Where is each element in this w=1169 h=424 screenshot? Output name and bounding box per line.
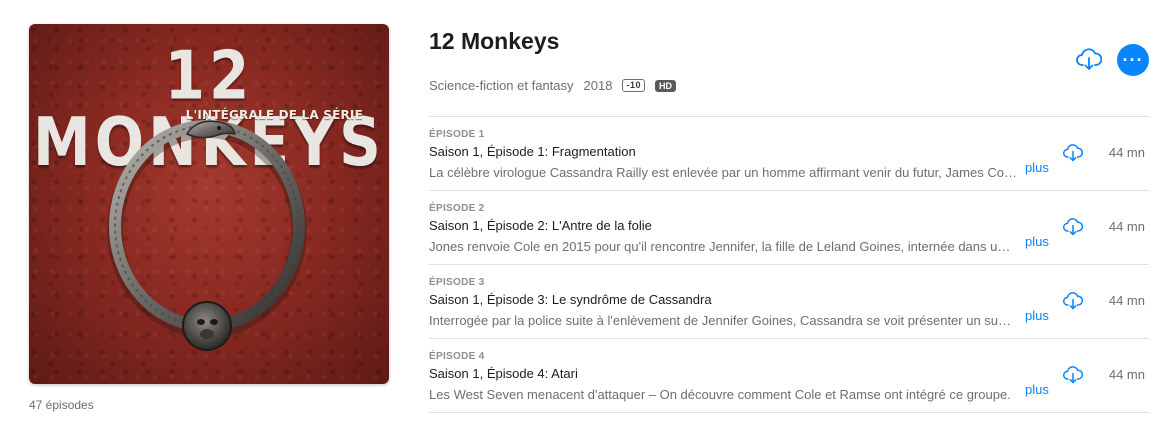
episode-row[interactable]: ÉPISODE 3 Saison 1, Épisode 3: Le syndrô… — [429, 265, 1149, 338]
episode-duration: 44 mn — [1108, 293, 1145, 308]
episode-row[interactable]: ÉPISODE 2 Saison 1, Épisode 2: L'Antre d… — [429, 191, 1149, 264]
episode-description: Interrogée par la police suite à l'enlèv… — [429, 313, 1017, 328]
hd-badge: HD — [654, 79, 676, 92]
divider — [429, 412, 1149, 413]
episode-number: ÉPISODE 4 — [429, 351, 485, 362]
episode-row[interactable]: ÉPISODE 4 Saison 1, Épisode 4: Atari Les… — [429, 339, 1149, 412]
cloud-download-icon[interactable] — [1076, 48, 1102, 72]
episode-number: ÉPISODE 2 — [429, 203, 485, 214]
age-rating-badge: -10 — [622, 79, 645, 92]
show-artwork[interactable]: 12 MONKEYS L'INTÉGRALE DE LA SÉRIE — [29, 24, 389, 384]
episode-list: ÉPISODE 1 Saison 1, Épisode 1: Fragmenta… — [429, 116, 1149, 413]
episode-title[interactable]: Saison 1, Épisode 3: Le syndrôme de Cass… — [429, 292, 712, 307]
episode-more-link[interactable]: plus — [1025, 160, 1049, 175]
episode-title[interactable]: Saison 1, Épisode 2: L'Antre de la folie — [429, 218, 652, 233]
episode-title[interactable]: Saison 1, Épisode 1: Fragmentation — [429, 144, 636, 159]
episode-number: ÉPISODE 1 — [429, 129, 485, 140]
episode-title[interactable]: Saison 1, Épisode 4: Atari — [429, 366, 578, 381]
episode-description: Jones renvoie Cole en 2015 pour qu'il re… — [429, 239, 1017, 254]
ouroboros-ring-illustration — [107, 120, 307, 351]
page-title: 12 Monkeys — [429, 28, 560, 54]
episode-description: Les West Seven menacent d'attaquer – On … — [429, 387, 1011, 402]
episode-description: La célèbre virologue Cassandra Railly es… — [429, 165, 1017, 180]
cloud-download-icon[interactable] — [1063, 292, 1083, 310]
cloud-download-icon[interactable] — [1063, 366, 1083, 384]
year-label: 2018 — [583, 78, 613, 93]
episode-more-link[interactable]: plus — [1025, 234, 1049, 249]
cloud-download-icon[interactable] — [1063, 144, 1083, 162]
episode-duration: 44 mn — [1108, 145, 1145, 160]
episode-more-link[interactable]: plus — [1025, 308, 1049, 323]
more-options-button[interactable]: ··· — [1117, 44, 1149, 76]
episode-row[interactable]: ÉPISODE 1 Saison 1, Épisode 1: Fragmenta… — [429, 117, 1149, 190]
cloud-download-icon[interactable] — [1063, 218, 1083, 236]
show-metadata: Science-fiction et fantasy 2018 -10 HD — [429, 78, 676, 93]
episode-duration: 44 mn — [1108, 367, 1145, 382]
genre-label: Science-fiction et fantasy — [429, 78, 574, 93]
episodes-count: 47 épisodes — [29, 398, 94, 412]
show-page: 12 MONKEYS L'INTÉGRALE DE LA SÉRIE 47 ép… — [0, 0, 1169, 424]
episode-duration: 44 mn — [1108, 219, 1145, 234]
episode-number: ÉPISODE 3 — [429, 277, 485, 288]
episode-more-link[interactable]: plus — [1025, 382, 1049, 397]
